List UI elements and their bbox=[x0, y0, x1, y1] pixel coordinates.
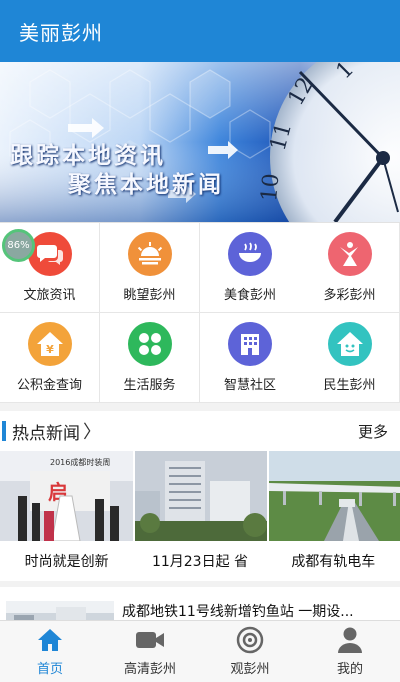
svg-text:¥: ¥ bbox=[46, 343, 54, 356]
sunrise-icon bbox=[127, 232, 172, 276]
thumbnail-caption: 2016成都时装周 bbox=[50, 457, 110, 467]
grid-item-gongjijin[interactable]: ¥ 公积金查询 bbox=[0, 313, 100, 403]
feature-grid: 86% 文旅资讯 眺望彭州 美食彭州 多彩彭州 ¥ 公积金查询 生活服务 智慧社… bbox=[0, 222, 400, 403]
grid-item-shenghuo[interactable]: 生活服务 bbox=[100, 313, 200, 403]
clover-icon bbox=[127, 322, 172, 366]
chevron-right-icon: 〉 bbox=[83, 422, 101, 443]
grid-item-label: 智慧社区 bbox=[223, 378, 276, 393]
banner-headline-2: 聚焦本地新闻 bbox=[68, 171, 224, 198]
dancer-icon bbox=[327, 232, 372, 276]
grid-item-label: 生活服务 bbox=[123, 378, 176, 393]
photo-news-item[interactable]: 11月23日起 省 bbox=[133, 451, 267, 581]
tab-label: 我的 bbox=[336, 662, 363, 677]
tab-label: 首页 bbox=[36, 662, 63, 677]
food-bowl-icon bbox=[228, 232, 272, 276]
tab-home[interactable]: 首页 bbox=[0, 621, 100, 682]
hot-news-title-link[interactable]: 热点新闻 〉 bbox=[2, 418, 101, 444]
tab-label: 高清彭州 bbox=[123, 662, 176, 677]
more-link[interactable]: 更多 bbox=[358, 421, 388, 442]
video-camera-icon bbox=[135, 626, 165, 654]
tab-hd-video[interactable]: 高清彭州 bbox=[100, 621, 200, 682]
bottom-tab-bar: 首页 高清彭州 观彭州 我的 bbox=[0, 620, 400, 682]
news-thumbnail bbox=[266, 451, 400, 541]
app-screen: 美丽彭州 12 11 10 1 跟踪本地资讯 聚焦本地新闻 86% 文旅资讯 眺… bbox=[0, 0, 400, 682]
app-title: 美丽彭州 bbox=[19, 20, 103, 45]
hot-news-title: 热点新闻 bbox=[12, 423, 80, 444]
app-bar: 美丽彭州 bbox=[0, 0, 400, 62]
news-thumbnail bbox=[133, 451, 267, 541]
tab-watch[interactable]: 观彭州 bbox=[200, 621, 300, 682]
tab-profile[interactable]: 我的 bbox=[300, 621, 400, 682]
news-list-title: 成都地铁11号线新增钓鱼站 一期设... bbox=[122, 604, 354, 620]
hot-news-header: 热点新闻 〉 更多 bbox=[0, 411, 400, 451]
smile-house-icon bbox=[327, 322, 372, 366]
user-icon bbox=[337, 626, 363, 654]
news-thumbnail: 2016成都时装周 启 bbox=[0, 451, 134, 541]
progress-badge: 86% bbox=[2, 229, 35, 262]
grid-item-meishi[interactable]: 美食彭州 bbox=[200, 223, 300, 313]
banner-carousel[interactable]: 12 11 10 1 跟踪本地资讯 聚焦本地新闻 bbox=[0, 62, 400, 222]
grid-item-label: 公积金查询 bbox=[16, 378, 82, 393]
grid-item-zhihui[interactable]: 智慧社区 bbox=[200, 313, 300, 403]
photo-news-item[interactable]: 2016成都时装周 启 时尚就是创新 bbox=[0, 451, 134, 581]
tab-label: 观彭州 bbox=[230, 662, 270, 677]
grid-item-label: 民生彭州 bbox=[323, 378, 376, 393]
news-caption: 时尚就是创新 bbox=[24, 554, 109, 570]
grid-item-label: 文旅资讯 bbox=[23, 288, 76, 303]
target-eye-icon bbox=[236, 626, 264, 654]
photo-news-item[interactable]: 成都有轨电车 bbox=[266, 451, 400, 581]
building-icon bbox=[228, 322, 272, 366]
photo-news-row: 2016成都时装周 启 时尚就是创新 11月23日起 省 成都有轨电车 bbox=[0, 451, 400, 581]
yuan-house-icon: ¥ bbox=[27, 322, 72, 366]
section-accent-bar bbox=[2, 421, 6, 441]
grid-item-label: 眺望彭州 bbox=[123, 288, 176, 303]
grid-item-tiaowang[interactable]: 眺望彭州 bbox=[100, 223, 200, 313]
news-caption: 11月23日起 省 bbox=[151, 554, 249, 570]
svg-text:10: 10 bbox=[257, 172, 284, 202]
news-caption: 成都有轨电车 bbox=[291, 554, 376, 570]
grid-item-duocai[interactable]: 多彩彭州 bbox=[300, 223, 400, 313]
home-icon bbox=[36, 626, 64, 654]
grid-item-label: 多彩彭州 bbox=[323, 288, 376, 303]
chat-bubbles-icon bbox=[27, 232, 72, 276]
grid-item-label: 美食彭州 bbox=[223, 288, 276, 303]
grid-item-minsheng[interactable]: 民生彭州 bbox=[300, 313, 400, 403]
